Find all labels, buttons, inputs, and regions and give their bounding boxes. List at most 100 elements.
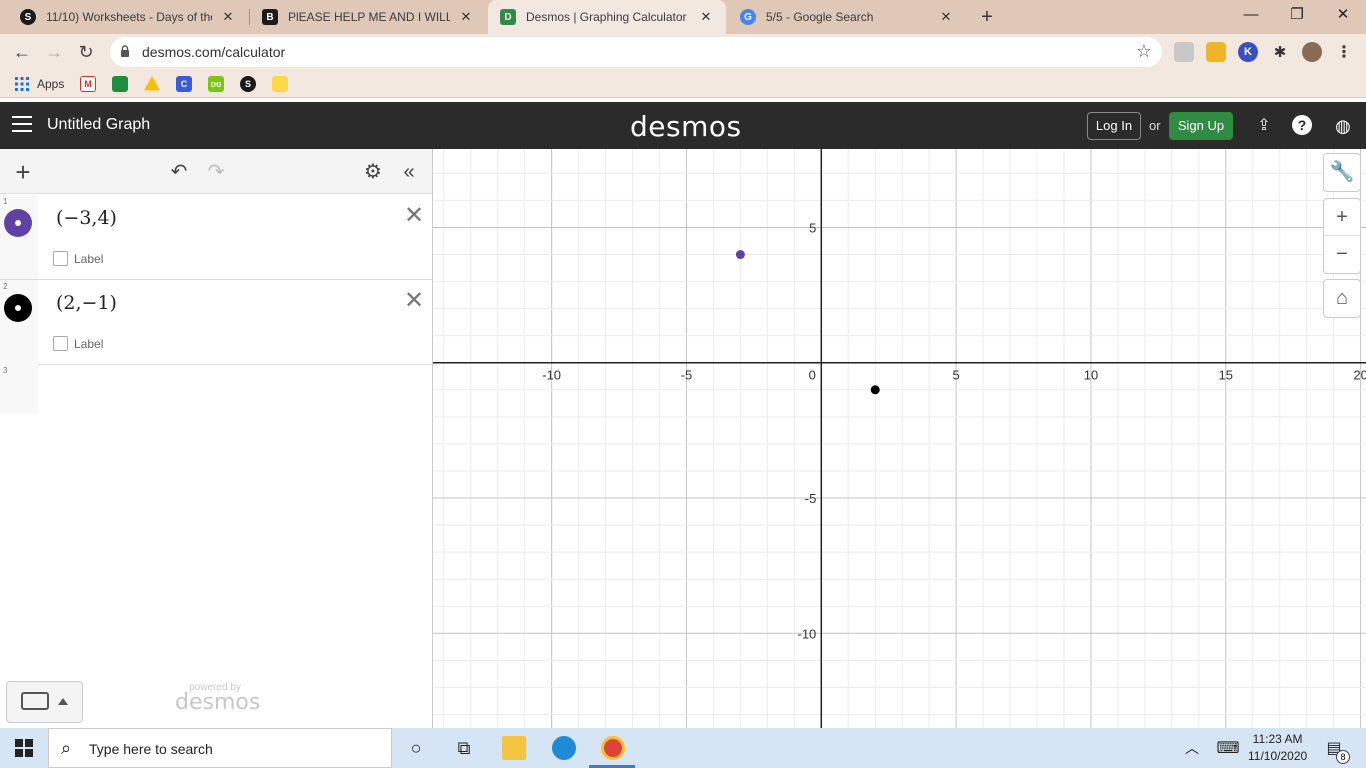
more-menu-icon[interactable]: ⋮ — [1334, 42, 1354, 62]
expression-index: 3 — [3, 366, 8, 375]
drive-icon — [144, 76, 160, 91]
profile-avatar[interactable] — [1302, 42, 1322, 62]
expression-math[interactable]: (−3,4) — [56, 207, 117, 229]
expression-row[interactable]: 1 (−3,4) ✕ Label — [0, 195, 432, 280]
label-checkbox[interactable] — [53, 336, 68, 351]
bookmark-drive[interactable] — [144, 76, 160, 92]
expression-math[interactable]: (2,−1) — [56, 292, 117, 314]
empty-expression-row[interactable]: 3 — [0, 364, 38, 414]
s-app-icon: S — [240, 76, 256, 92]
new-tab-button[interactable]: + — [976, 6, 998, 29]
home-tool[interactable]: ⌂ — [1323, 279, 1361, 318]
window-close-button[interactable]: ✕ — [1320, 0, 1366, 32]
help-icon[interactable]: ? — [1292, 115, 1312, 135]
hamburger-menu-icon[interactable] — [12, 116, 32, 134]
graph-title[interactable]: Untitled Graph — [47, 116, 150, 134]
signup-button[interactable]: Sign Up — [1169, 112, 1233, 140]
reload-icon[interactable]: ↻ — [74, 40, 98, 64]
bookmark-duolingo[interactable]: oo — [208, 76, 224, 92]
cortana-icon[interactable]: ○ — [404, 736, 428, 760]
tab-title: Desmos | Graphing Calculator — [526, 10, 687, 24]
label-toggle[interactable]: Label — [53, 336, 103, 351]
bookmark-s[interactable]: S — [240, 76, 256, 92]
minimize-button[interactable]: — — [1228, 0, 1274, 32]
x-tick-label: 5 — [953, 368, 960, 383]
windows-taskbar: ⌕ Type here to search ○ ⧉ ︿ ⌨ 11:23 AM 1… — [0, 728, 1366, 768]
share-icon[interactable]: ⇪ — [1253, 115, 1275, 137]
tab-favicon-icon: B — [262, 9, 278, 25]
tab-title: 5/5 - Google Search — [766, 10, 874, 24]
label-toggle[interactable]: Label — [53, 251, 103, 266]
extension-k-icon[interactable]: K — [1238, 42, 1258, 62]
undo-icon[interactable]: ↶ — [166, 159, 192, 185]
windows-start-icon[interactable] — [12, 736, 36, 760]
tab-title: PlEASE HELP ME AND I WILL GIVE — [288, 10, 450, 24]
powered-by-logo: desmos — [175, 690, 261, 715]
globe-icon[interactable]: ◍ — [1332, 115, 1354, 137]
delete-expression-icon[interactable]: ✕ — [404, 286, 424, 315]
close-icon[interactable]: ✕ — [220, 9, 236, 25]
notification-badge: 8 — [1336, 750, 1350, 764]
bookmark-classroom[interactable] — [112, 76, 128, 92]
label-text: Label — [74, 336, 104, 351]
expression-row[interactable]: 2 (2,−1) ✕ Label — [0, 280, 432, 365]
edge-icon[interactable] — [552, 736, 576, 760]
tab-brainly[interactable]: B PlEASE HELP ME AND I WILL GIVE ✕ — [250, 0, 486, 34]
gmail-icon: M — [80, 76, 96, 92]
caret-up-icon — [58, 698, 68, 705]
zoom-out-icon[interactable]: − — [1324, 236, 1360, 273]
color-swatch-icon[interactable] — [4, 294, 32, 322]
bookmark-apps[interactable]: Apps — [14, 76, 64, 92]
close-icon[interactable]: ✕ — [938, 9, 954, 25]
taskbar-clock[interactable]: 11:23 AM 11/10/2020 — [1248, 731, 1307, 765]
task-view-icon[interactable]: ⧉ — [452, 736, 476, 760]
home-icon[interactable]: ⌂ — [1324, 280, 1360, 317]
color-swatch-icon[interactable] — [4, 209, 32, 237]
owl-icon: oo — [208, 76, 224, 92]
graph-canvas[interactable]: -10 -5 0 5 10 15 20 5 -5 -10 — [433, 149, 1366, 728]
zoom-in-icon[interactable]: + — [1324, 199, 1360, 236]
graph-paper[interactable]: -10 -5 0 5 10 15 20 5 -5 -10 🔧 + − ⌂ — [433, 149, 1366, 728]
expression-gutter: 2 — [0, 280, 38, 364]
lock-icon — [121, 45, 129, 57]
add-item-button[interactable]: + — [10, 159, 36, 185]
restore-button[interactable]: ❐ — [1274, 0, 1320, 32]
keypad-toggle-button[interactable] — [6, 681, 83, 723]
keyboard-icon — [21, 692, 49, 710]
powered-by-desmos[interactable]: powered by desmos — [175, 682, 261, 715]
keyboard-icon[interactable]: ⌨ — [1216, 736, 1240, 760]
tab-worksheets[interactable]: S 11/10) Worksheets - Days of the ✕ — [8, 0, 248, 34]
reading-list-icon[interactable] — [1174, 42, 1194, 62]
collapse-panel-icon[interactable]: « — [396, 159, 422, 185]
redo-icon[interactable]: ↷ — [203, 159, 229, 185]
address-bar[interactable]: desmos.com/calculator ☆ — [110, 37, 1162, 67]
close-icon[interactable]: ✕ — [458, 9, 474, 25]
expression-index: 1 — [3, 197, 8, 206]
taskbar-search[interactable]: ⌕ Type here to search — [48, 728, 392, 768]
file-explorer-icon[interactable] — [502, 736, 526, 760]
classroom-icon — [112, 76, 128, 92]
tab-google-search[interactable]: G 5/5 - Google Search ✕ — [728, 0, 966, 34]
url-text: desmos.com/calculator — [142, 44, 286, 60]
bookmark-gmail[interactable]: M — [80, 76, 96, 92]
label-checkbox[interactable] — [53, 251, 68, 266]
back-arrow-icon[interactable]: ← — [10, 40, 34, 64]
chevron-up-icon[interactable]: ︿ — [1180, 736, 1204, 760]
delete-expression-icon[interactable]: ✕ — [404, 201, 424, 230]
extension-hand-icon[interactable] — [1206, 42, 1226, 62]
graph-settings-tool[interactable]: 🔧 — [1323, 153, 1361, 192]
bookmark-c[interactable]: C — [176, 76, 192, 92]
wrench-icon[interactable]: 🔧 — [1324, 154, 1360, 191]
x-tick-label: 10 — [1084, 368, 1098, 383]
bookmark-keep[interactable] — [272, 76, 288, 92]
tab-desmos[interactable]: D Desmos | Graphing Calculator ✕ — [488, 0, 726, 34]
extensions-puzzle-icon[interactable]: ✱ — [1270, 42, 1290, 62]
bookmark-star-icon[interactable]: ☆ — [1136, 41, 1152, 62]
login-button[interactable]: Log In — [1087, 112, 1141, 140]
or-text: or — [1149, 118, 1161, 133]
chrome-icon[interactable] — [601, 736, 625, 760]
search-placeholder: Type here to search — [89, 741, 213, 757]
forward-arrow-icon[interactable]: → — [42, 40, 66, 64]
close-icon[interactable]: ✕ — [698, 9, 714, 25]
settings-gear-icon[interactable]: ⚙ — [360, 159, 386, 185]
